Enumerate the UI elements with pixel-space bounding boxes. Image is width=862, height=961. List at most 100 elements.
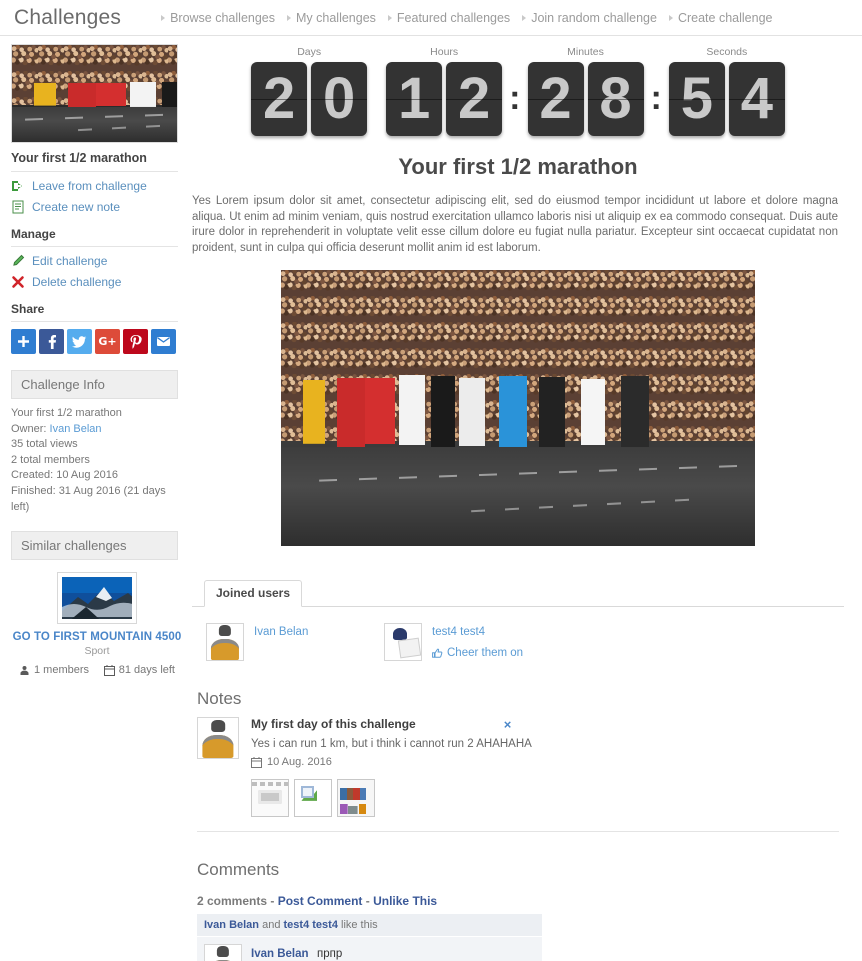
attachment-screenshot-thumb[interactable] (251, 779, 289, 817)
manage-heading: Manage (11, 227, 178, 247)
similar-members-label: 1 members (34, 664, 90, 677)
countdown-digit: 0 (311, 62, 368, 136)
top-navigation: Browse challenges My challenges Featured… (155, 11, 778, 25)
countdown-seconds-digits: 5 4 (668, 62, 785, 136)
close-icon[interactable]: × (504, 717, 512, 732)
note-body: My first day of this challenge × Yes i c… (251, 717, 844, 817)
similar-challenge-thumbnail[interactable] (57, 572, 137, 625)
countdown-days-label: Days (297, 46, 322, 58)
unlike-this-link[interactable]: Unlike This (373, 894, 437, 908)
comment-author[interactable]: Ivan Belan (251, 948, 309, 960)
info-owner-link[interactable]: Ivan Belan (50, 423, 102, 435)
delete-challenge-link[interactable]: Delete challenge (11, 275, 178, 289)
attachment-webpage-thumb[interactable] (337, 779, 375, 817)
joined-user-name[interactable]: test4 test4 (432, 626, 523, 638)
countdown-digit: 2 (251, 62, 308, 136)
cheer-label: Cheer them on (447, 647, 524, 659)
nav-join-random-challenge[interactable]: Join random challenge (516, 11, 663, 25)
avatar[interactable] (204, 944, 242, 961)
share-email-button[interactable] (151, 329, 176, 354)
delete-x-icon (11, 275, 25, 289)
share-addthis-button[interactable] (11, 329, 36, 354)
attachment-broken-image-thumb[interactable] (294, 779, 332, 817)
countdown-hours-label: Hours (430, 46, 459, 58)
share-googleplus-button[interactable]: G+ (95, 329, 120, 354)
note-icon (11, 200, 25, 214)
countdown-minutes: Minutes 2 8 (527, 46, 644, 136)
countdown-digit: 4 (728, 62, 785, 136)
comments-sep: - (365, 894, 370, 908)
joined-user-name[interactable]: Ivan Belan (254, 626, 308, 638)
challenge-info-panel-title: Challenge Info (11, 370, 178, 399)
countdown-minutes-digits: 2 8 (527, 62, 644, 136)
calendar-icon (103, 664, 115, 676)
avatar[interactable] (384, 623, 422, 661)
nav-label: Join random challenge (531, 10, 657, 25)
share-twitter-button[interactable] (67, 329, 92, 354)
challenge-info-list: Your first 1/2 marathon Owner: Ivan Bela… (11, 406, 183, 515)
avatar[interactable] (197, 717, 239, 759)
liker-name[interactable]: test4 test4 (284, 919, 338, 931)
note-date: 10 Aug. 2016 (251, 756, 844, 768)
top-header: Challenges Browse challenges My challeng… (0, 0, 862, 36)
joined-user-item[interactable]: test4 test4 Cheer them on (384, 623, 562, 661)
create-note-link[interactable]: Create new note (11, 200, 178, 214)
similar-challenge-card[interactable]: GO TO FIRST MOUNTAIN 4500 Sport 1 member… (11, 572, 183, 676)
create-note-label: Create new note (32, 200, 121, 214)
post-comment-link[interactable]: Post Comment (278, 894, 363, 908)
countdown-hours-digits: 1 2 (386, 62, 503, 136)
note-date-label: 10 Aug. 2016 (267, 756, 332, 768)
note-attachments (251, 779, 844, 817)
comments-heading: Comments (197, 860, 280, 879)
edit-challenge-link[interactable]: Edit challenge (11, 254, 178, 268)
tab-joined-users[interactable]: Joined users (204, 580, 303, 607)
leave-icon (11, 179, 25, 193)
share-facebook-button[interactable] (39, 329, 64, 354)
page-body: Your first 1/2 marathon Leave from chall… (0, 36, 862, 961)
challenge-hero-image (281, 270, 755, 546)
note-title-row: My first day of this challenge × (251, 717, 844, 732)
main-content: Days 2 0 Hours 1 2 : Minutes 2 8: Secon… (186, 36, 862, 961)
avatar[interactable] (206, 623, 244, 661)
user-icon (20, 665, 29, 675)
countdown-hours: Hours 1 2 (386, 46, 503, 136)
similar-days-left: 81 days left (103, 664, 175, 676)
comments-meta-row: 2 comments - Post Comment - Unlike This (192, 894, 844, 908)
share-heading: Share (11, 302, 178, 322)
share-pinterest-button[interactable] (123, 329, 148, 354)
notes-heading: Notes (197, 689, 242, 708)
joined-users-tabs: Joined users (192, 580, 844, 607)
nav-featured-challenges[interactable]: Featured challenges (382, 11, 516, 25)
notes-divider (197, 831, 839, 832)
countdown-seconds-label: Seconds (706, 46, 748, 58)
chevron-right-icon (522, 14, 527, 21)
nav-create-challenge[interactable]: Create challenge (663, 11, 779, 25)
comments-count: 2 comments (197, 894, 268, 908)
thumbs-up-icon (432, 648, 443, 658)
comment-text: прпр (316, 948, 343, 960)
road-texture (12, 107, 177, 142)
similar-challenge-meta: 1 members 81 days left (11, 664, 183, 676)
nav-my-challenges[interactable]: My challenges (281, 11, 382, 25)
chevron-right-icon (668, 14, 673, 21)
likebar-suffix: like this (341, 919, 378, 931)
comment-body: Ivan Belan прпр Wednesday at 04 PM - del… (251, 944, 414, 961)
calendar-icon (251, 756, 262, 768)
similar-challenges-panel-title: Similar challenges (11, 531, 178, 561)
nav-label: My challenges (296, 10, 376, 25)
leave-challenge-link[interactable]: Leave from challenge (11, 179, 178, 193)
hero-image-wrap (192, 270, 844, 546)
likebar-and: and (262, 919, 281, 931)
sidebar-challenge-title: Your first 1/2 marathon (11, 151, 178, 172)
similar-challenge-name[interactable]: GO TO FIRST MOUNTAIN 4500 (11, 631, 183, 643)
app-brand: Challenges (14, 5, 122, 29)
note-item: My first day of this challenge × Yes i c… (192, 717, 844, 817)
nav-browse-challenges[interactable]: Browse challenges (155, 11, 281, 25)
liker-name[interactable]: Ivan Belan (204, 919, 259, 931)
challenge-description: Yes Lorem ipsum dolor sit amet, consecte… (192, 195, 838, 254)
cheer-them-on-button[interactable]: Cheer them on (432, 647, 523, 659)
similar-challenge-category: Sport (84, 645, 110, 658)
chevron-right-icon (287, 14, 291, 21)
joined-user-item[interactable]: Ivan Belan (206, 623, 384, 661)
challenge-sidebar-photo (11, 44, 178, 143)
